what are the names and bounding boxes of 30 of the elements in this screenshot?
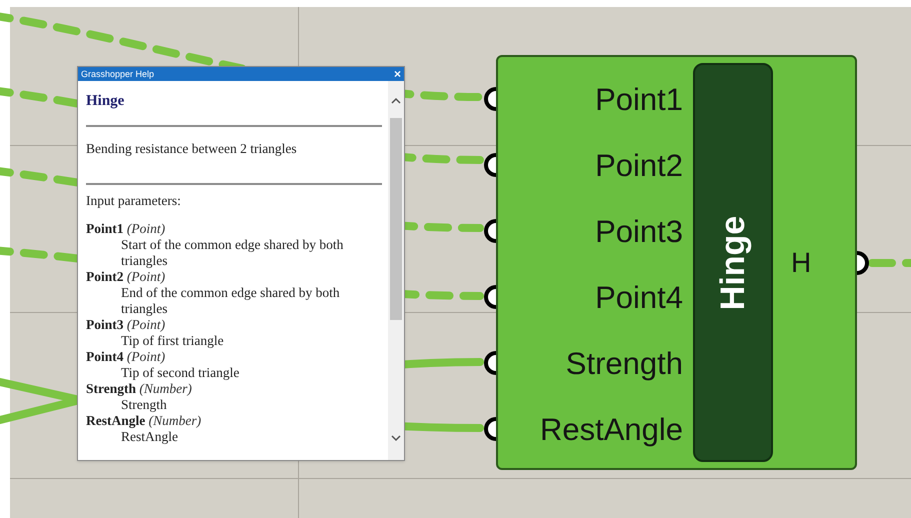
parameter-description: Tip of first triangle [120, 333, 225, 349]
input-label: Point4 [595, 282, 683, 312]
parameter-heading: Point1 (Point) [86, 221, 166, 237]
scroll-up-icon[interactable] [391, 97, 401, 104]
component-name: Hinge [716, 215, 750, 310]
section-label: Input parameters: [86, 193, 182, 209]
close-button[interactable]: × [394, 68, 401, 80]
parameter-description: Strength [120, 397, 168, 413]
scrollbar[interactable] [388, 81, 404, 460]
input-label: Point2 [595, 150, 683, 180]
parameter-description: Start of the common edge shared by both triangles [120, 237, 344, 269]
parameter-description: RestAngle [120, 429, 179, 445]
parameter-heading: RestAngle (Number) [86, 413, 202, 429]
output-label: H [791, 248, 812, 276]
parameter-heading: Point2 (Point) [86, 269, 166, 285]
component-node[interactable]: Point1 Point2 Point3 Point4 Strength RestAngle Hinge H [496, 55, 857, 470]
scroll-down-icon[interactable] [391, 435, 401, 442]
help-description: Bending resistance between 2 triangles [86, 141, 298, 157]
input-label: RestAngle [540, 414, 683, 444]
input-label: Strength [566, 348, 683, 378]
input-label: Point1 [595, 84, 683, 114]
window-title: Grasshopper Help [81, 70, 154, 78]
parameter-heading: Point4 (Point) [86, 349, 166, 365]
input-label: Point3 [595, 216, 683, 246]
parameter-description: End of the common edge shared by both triangles [120, 285, 341, 317]
parameter-heading: Point3 (Point) [86, 317, 166, 333]
parameter-heading: Strength (Number) [86, 381, 193, 397]
help-heading: Hinge [86, 92, 126, 111]
scrollbar-thumb[interactable] [390, 118, 402, 320]
parameter-description: Tip of second triangle [120, 365, 240, 381]
